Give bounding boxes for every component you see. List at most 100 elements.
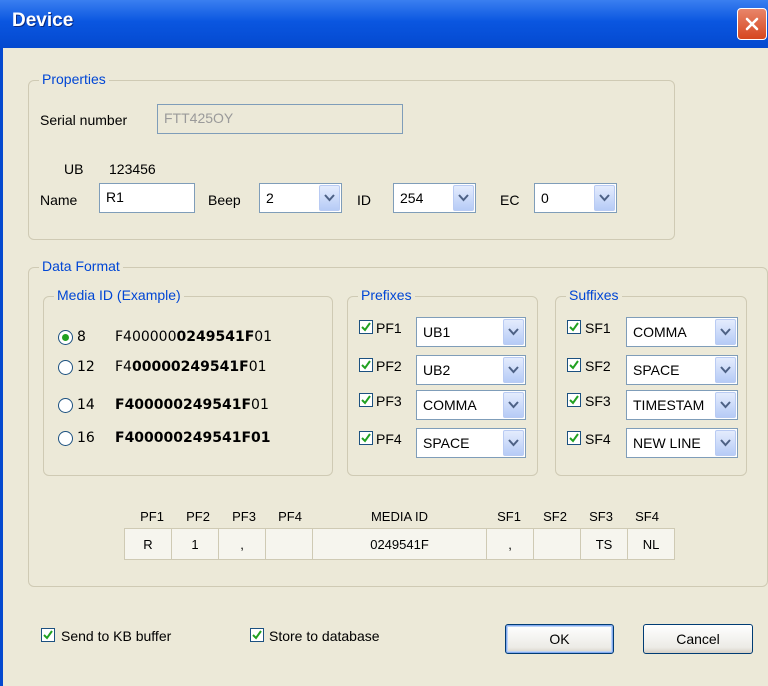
pf2-dropdown-button[interactable] bbox=[503, 357, 524, 383]
preview-table: R 1 , 0249541F , TS NL bbox=[124, 528, 675, 560]
media-id-suffix-text: 01 bbox=[254, 329, 273, 345]
preview-header-media-id: MEDIA ID bbox=[370, 509, 429, 524]
sf4-value: NEW LINE bbox=[633, 435, 701, 451]
media-radio-16[interactable] bbox=[58, 431, 73, 446]
sf2-checkbox[interactable] bbox=[567, 358, 581, 372]
table-row: R 1 , 0249541F , TS NL bbox=[124, 528, 675, 560]
data-format-legend: Data Format bbox=[39, 258, 123, 274]
media-radio-8[interactable] bbox=[58, 330, 73, 345]
chevron-down-icon bbox=[720, 439, 731, 447]
preview-cell-pf3: , bbox=[218, 528, 266, 560]
sf3-dropdown-button[interactable] bbox=[715, 392, 736, 418]
pf2-checkbox[interactable] bbox=[359, 358, 373, 372]
sf4-select[interactable]: NEW LINE bbox=[626, 428, 738, 458]
media-id-example: F400000249541F01 bbox=[115, 397, 269, 413]
beep-select[interactable]: 2 bbox=[259, 183, 342, 213]
id-value: 254 bbox=[400, 190, 424, 206]
chevron-down-icon bbox=[324, 194, 335, 202]
suffixes-legend: Suffixes bbox=[566, 287, 622, 303]
pf4-checkbox[interactable] bbox=[359, 431, 373, 445]
ub-value: 123456 bbox=[109, 161, 156, 177]
sf2-dropdown-button[interactable] bbox=[715, 357, 736, 383]
media-option-number: 14 bbox=[77, 397, 95, 413]
checkmark-icon bbox=[43, 630, 53, 640]
pf3-select[interactable]: COMMA bbox=[416, 390, 526, 420]
id-dropdown-button[interactable] bbox=[453, 185, 474, 211]
preview-cell-pf1: R bbox=[124, 528, 172, 560]
media-id-example: F400000249541F01 bbox=[115, 359, 267, 375]
pf4-dropdown-button[interactable] bbox=[503, 430, 524, 456]
sf2-label: SF2 bbox=[585, 358, 611, 374]
store-db-label: Store to database bbox=[269, 628, 380, 644]
sf1-select[interactable]: COMMA bbox=[626, 317, 738, 347]
media-id-bold-text: 00000249541F bbox=[131, 359, 249, 375]
preview-header-sf4: SF4 bbox=[635, 509, 659, 524]
beep-dropdown-button[interactable] bbox=[319, 185, 340, 211]
id-label: ID bbox=[357, 192, 371, 208]
preview-cell-sf1: , bbox=[486, 528, 534, 560]
store-db-checkbox[interactable] bbox=[250, 628, 264, 642]
preview-header-pf2: PF2 bbox=[186, 509, 210, 524]
chevron-down-icon bbox=[720, 401, 731, 409]
checkmark-icon bbox=[569, 360, 579, 370]
media-id-example: F400000249541F01 bbox=[115, 430, 271, 446]
checkmark-icon bbox=[252, 630, 262, 640]
serial-number-field[interactable]: FTT425OY bbox=[157, 104, 403, 134]
checkmark-icon bbox=[361, 395, 371, 405]
send-kb-checkbox[interactable] bbox=[41, 628, 55, 642]
ec-label: EC bbox=[500, 192, 520, 208]
chevron-down-icon bbox=[458, 194, 469, 202]
preview-cell-pf4 bbox=[265, 528, 313, 560]
pf1-checkbox[interactable] bbox=[359, 320, 373, 334]
sf4-dropdown-button[interactable] bbox=[715, 430, 736, 456]
pf3-checkbox[interactable] bbox=[359, 393, 373, 407]
preview-cell-sf3: TS bbox=[580, 528, 628, 560]
ec-dropdown-button[interactable] bbox=[594, 185, 615, 211]
sf1-dropdown-button[interactable] bbox=[715, 319, 736, 345]
pf1-select[interactable]: UB1 bbox=[416, 317, 526, 347]
prefixes-legend: Prefixes bbox=[358, 287, 415, 303]
sf1-label: SF1 bbox=[585, 320, 611, 336]
ec-select[interactable]: 0 bbox=[534, 183, 617, 213]
preview-header-sf2: SF2 bbox=[543, 509, 567, 524]
media-id-bold-text: F400000249541F bbox=[115, 397, 252, 413]
id-select[interactable]: 254 bbox=[393, 183, 476, 213]
pf4-value: SPACE bbox=[423, 435, 470, 451]
sf4-label: SF4 bbox=[585, 431, 611, 447]
pf4-label: PF4 bbox=[376, 431, 402, 447]
pf2-select[interactable]: UB2 bbox=[416, 355, 526, 385]
media-radio-14[interactable] bbox=[58, 398, 73, 413]
name-field[interactable]: R1 bbox=[99, 183, 195, 213]
ok-button[interactable]: OK bbox=[505, 624, 614, 654]
sf3-select[interactable]: TIMESTAM bbox=[626, 390, 738, 420]
sf2-select[interactable]: SPACE bbox=[626, 355, 738, 385]
close-button[interactable] bbox=[737, 8, 767, 40]
preview-header-pf3: PF3 bbox=[232, 509, 256, 524]
media-radio-12[interactable] bbox=[58, 360, 73, 375]
chevron-down-icon bbox=[720, 328, 731, 336]
window-title: Device bbox=[12, 10, 74, 31]
preview-cell-sf4: NL bbox=[627, 528, 675, 560]
sf1-checkbox[interactable] bbox=[567, 320, 581, 334]
media-option-number: 8 bbox=[77, 329, 86, 345]
ec-value: 0 bbox=[541, 190, 549, 206]
chevron-down-icon bbox=[508, 401, 519, 409]
chevron-down-icon bbox=[599, 194, 610, 202]
cancel-button[interactable]: Cancel bbox=[643, 624, 753, 654]
pf4-select[interactable]: SPACE bbox=[416, 428, 526, 458]
pf3-label: PF3 bbox=[376, 393, 402, 409]
preview-header-sf1: SF1 bbox=[497, 509, 521, 524]
pf1-dropdown-button[interactable] bbox=[503, 319, 524, 345]
title-bar[interactable]: Device bbox=[0, 0, 768, 48]
media-id-suffix-text: 01 bbox=[248, 359, 267, 375]
chevron-down-icon bbox=[508, 439, 519, 447]
sf3-checkbox[interactable] bbox=[567, 393, 581, 407]
media-id-suffix-text: 01 bbox=[251, 397, 269, 413]
pf3-dropdown-button[interactable] bbox=[503, 392, 524, 418]
media-id-group: Media ID (Example) bbox=[43, 287, 333, 476]
sf4-checkbox[interactable] bbox=[567, 431, 581, 445]
preview-cell-pf2: 1 bbox=[171, 528, 219, 560]
checkmark-icon bbox=[569, 322, 579, 332]
media-id-prefix-text: F4 bbox=[115, 359, 132, 375]
media-option-number: 16 bbox=[77, 430, 95, 446]
